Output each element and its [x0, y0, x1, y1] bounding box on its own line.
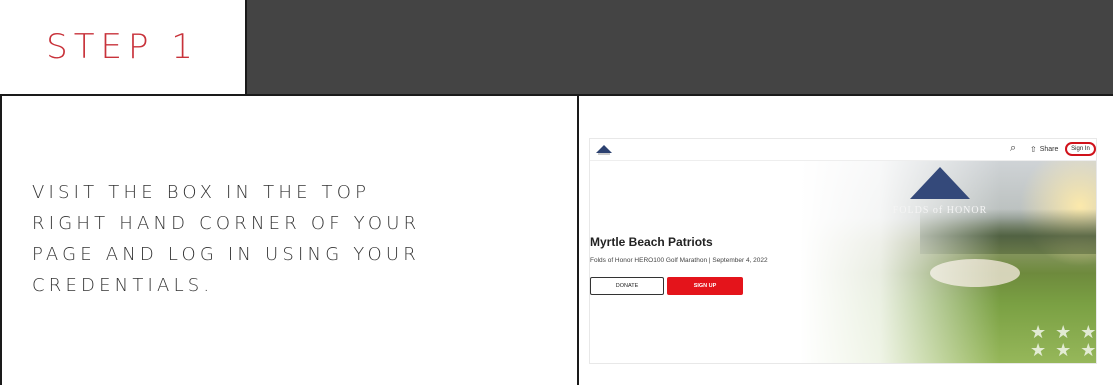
fundraising-page-screenshot: ⌕ ⇧ Share Sign In FOLDS of HONOR ★ ★ ★ ★… — [589, 138, 1097, 364]
instruction-line: CREDENTIALS. — [32, 275, 214, 296]
step-heading-box: STEP 1 — [0, 0, 245, 94]
share-button[interactable]: ⇧ Share — [1030, 145, 1058, 154]
plus-pattern-decoration — [247, 0, 1113, 94]
campaign-title: Myrtle Beach Patriots — [590, 235, 713, 249]
instruction-text: VISIT THE BOX IN THE TOP RIGHT HAND CORN… — [32, 177, 552, 301]
search-icon[interactable]: ⌕ — [1010, 142, 1016, 155]
folds-of-honor-logo-icon — [596, 145, 612, 155]
sign-in-button[interactable]: Sign In — [1065, 142, 1096, 156]
share-label: Share — [1039, 146, 1059, 153]
frame-divider-vertical-bottom — [577, 94, 579, 385]
folded-flag-icon — [910, 167, 970, 199]
folds-of-honor-wordmark: FOLDS of HONOR — [892, 205, 988, 216]
step-title: STEP 1 — [46, 27, 199, 67]
instruction-line: VISIT THE BOX IN THE TOP — [32, 182, 371, 203]
instruction-line: RIGHT HAND CORNER OF YOUR — [32, 213, 421, 234]
instruction-line: PAGE AND LOG IN USING YOUR — [32, 244, 420, 265]
donate-button[interactable]: DONATE — [590, 277, 664, 295]
screenshot-navbar: ⌕ ⇧ Share Sign In — [590, 139, 1096, 161]
frame-left-border — [0, 94, 2, 385]
campaign-subtitle: Folds of Honor HERO100 Golf Marathon | S… — [590, 257, 768, 264]
stars-decoration: ★ ★ ★ ★ ★ ★ — [1030, 322, 1097, 360]
frame-divider-horizontal — [0, 94, 1113, 96]
sign-up-button[interactable]: SIGN UP — [667, 277, 743, 295]
share-icon: ⇧ — [1030, 145, 1037, 154]
hero-fade-overlay — [800, 161, 1000, 363]
